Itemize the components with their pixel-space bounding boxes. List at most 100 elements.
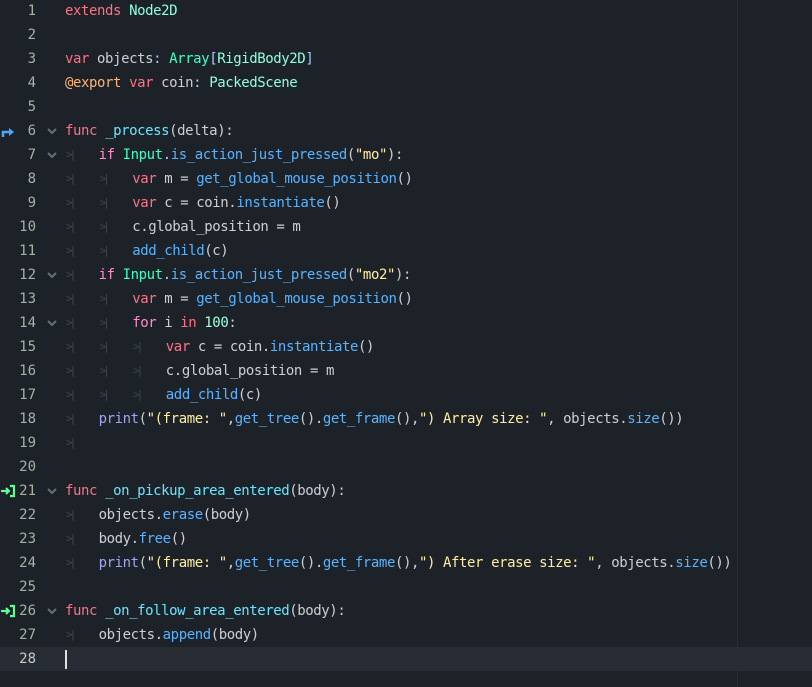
code-line[interactable]: 15 >| >| >| var c = coin.instantiate() [0, 335, 812, 359]
code-line[interactable]: 11 >| >| add_child(c) [0, 239, 812, 263]
code-text[interactable]: var c = coin.instantiate() [132, 191, 341, 215]
code-line[interactable]: 8 >| >| var m = get_global_mouse_position() [0, 167, 812, 191]
code-token: coin [153, 75, 194, 91]
code-token: (delta): [169, 123, 234, 139]
code-line[interactable]: 26 func _on_follow_area_entered(body): [0, 599, 812, 623]
code-text[interactable]: add_child(c) [132, 239, 229, 263]
code-line[interactable]: 4 @export var coin: PackedScene [0, 71, 812, 95]
code-token: c = coin. [189, 339, 271, 355]
code-text[interactable]: func _process(delta): [65, 119, 234, 143]
code-line[interactable]: 21 func _on_pickup_area_entered(body): [0, 479, 812, 503]
code-text[interactable]: var m = get_global_mouse_position() [132, 167, 413, 191]
code-line[interactable]: 14 >| >| for i in 100: [0, 311, 812, 335]
fold-chevron-down-icon[interactable] [45, 479, 59, 503]
code-text[interactable]: c.global_position = m [166, 359, 335, 383]
code-token: is_action_just_pressed [170, 267, 348, 283]
code-text[interactable]: var m = get_global_mouse_position() [132, 287, 413, 311]
code-token: ( [346, 267, 355, 283]
code-text[interactable]: var objects: Array[RigidBody2D] [65, 47, 314, 71]
code-line[interactable]: 23 >| body.free() [0, 527, 812, 551]
code-token: is_action_just_pressed [170, 147, 348, 163]
line-number: 4 [27, 75, 36, 91]
tab-indent-icon: >| [66, 508, 76, 521]
tab-indent-icon: >| [66, 316, 76, 329]
code-line[interactable]: 13 >| >| var m = get_global_mouse_position(… [0, 287, 812, 311]
code-token: m = [156, 291, 197, 307]
code-line[interactable]: 16 >| >| >| c.global_position = m [0, 359, 812, 383]
code-token: , objects. [595, 555, 676, 571]
code-text[interactable]: objects.append(body) [99, 623, 260, 647]
code-token: get_tree [234, 555, 299, 571]
code-token: () [324, 195, 341, 211]
tab-indent-icon: >| [66, 628, 76, 641]
code-line[interactable]: 12 >| if Input.is_action_just_pressed("mo2… [0, 263, 812, 287]
line-number: 5 [27, 99, 36, 115]
script-editor[interactable]: 1 extends Node2D 2 3 var objects: Array[Rigi… [0, 0, 812, 687]
code-line[interactable]: 18 >| print("(frame: ",get_tree().get_fram… [0, 407, 812, 431]
code-line[interactable]: 22 >| objects.erase(body) [0, 503, 812, 527]
code-line[interactable]: 20 [0, 455, 812, 479]
code-line[interactable]: 17 >| >| >| add_child(c) [0, 383, 812, 407]
tab-indent-icon: >| [99, 364, 110, 377]
code-token: func [65, 123, 98, 139]
code-text[interactable]: if Input.is_action_just_pressed("mo"): [99, 143, 404, 167]
code-text[interactable]: extends Node2D [65, 0, 178, 23]
code-token: (), [394, 411, 419, 427]
code-line[interactable]: 3 var objects: Array[RigidBody2D] [0, 47, 812, 71]
code-text[interactable]: add_child(c) [166, 383, 263, 407]
code-token: @export [65, 75, 122, 91]
code-token: (body) [202, 507, 251, 523]
code-line[interactable]: 9 >| >| var c = coin.instantiate() [0, 191, 812, 215]
code-line[interactable]: 27 >| objects.append(body) [0, 623, 812, 647]
code-token: ): [394, 267, 411, 283]
code-text[interactable]: body.free() [98, 527, 188, 551]
code-text[interactable]: c.global_position = m [132, 215, 301, 239]
code-token: 100 [204, 315, 229, 331]
code-token: ()) [659, 411, 684, 427]
tab-indent-icon: >| [66, 148, 76, 161]
code-text[interactable]: @export var coin: PackedScene [65, 71, 298, 95]
code-line[interactable]: 2 [0, 23, 812, 47]
code-token: , objects. [547, 411, 628, 427]
tab-indent-icon: >| [66, 436, 76, 449]
code-line[interactable]: 5 [0, 95, 812, 119]
code-text[interactable]: func _on_follow_area_entered(body): [65, 599, 346, 623]
line-number: 15 [19, 339, 36, 355]
code-text[interactable]: for i in 100: [132, 311, 237, 335]
code-token: ): [386, 147, 403, 163]
code-line[interactable]: 10 >| >| c.global_position = m [0, 215, 812, 239]
code-line[interactable]: 1 extends Node2D [0, 0, 812, 23]
fold-chevron-down-icon[interactable] [45, 263, 59, 287]
tab-indent-icon: >| [99, 340, 110, 353]
code-text[interactable]: if Input.is_action_just_pressed("mo2"): [99, 263, 412, 287]
code-text[interactable]: print("(frame: ",get_tree().get_frame(),… [99, 551, 732, 575]
code-token: size [627, 411, 660, 427]
code-line[interactable]: 25 [0, 575, 812, 599]
code-line[interactable]: 6 func _process(delta): [0, 119, 812, 143]
code-text[interactable]: objects.erase(body) [99, 503, 252, 527]
code-token: get_frame [322, 555, 396, 571]
code-line[interactable]: 24 >| print("(frame: ",get_tree().get_fram… [0, 551, 812, 575]
code-token: get_tree [234, 411, 299, 427]
code-line[interactable]: 7 >| if Input.is_action_just_pressed("mo")… [0, 143, 812, 167]
code-token: body. [98, 531, 139, 547]
fold-chevron-down-icon[interactable] [45, 143, 59, 167]
code-token: _process [105, 123, 170, 139]
line-number: 22 [19, 507, 36, 523]
code-token: var [132, 171, 157, 187]
code-text[interactable]: print("(frame: ",get_tree().get_frame(),… [99, 407, 684, 431]
tab-indent-icon: >| [66, 196, 76, 209]
code-token: ()) [707, 555, 732, 571]
code-token: ( [138, 411, 147, 427]
code-text[interactable]: var c = coin.instantiate() [166, 335, 375, 359]
fold-chevron-down-icon[interactable] [45, 311, 59, 335]
fold-chevron-down-icon[interactable] [45, 119, 59, 143]
code-token: Input [122, 147, 163, 163]
tab-indent-icon: >| [66, 364, 76, 377]
code-token: func [65, 603, 98, 619]
code-line[interactable]: 28 [0, 647, 812, 671]
code-text[interactable]: func _on_pickup_area_entered(body): [65, 479, 346, 503]
code-line[interactable]: 19 >| [0, 431, 812, 455]
fold-chevron-down-icon[interactable] [45, 599, 59, 623]
